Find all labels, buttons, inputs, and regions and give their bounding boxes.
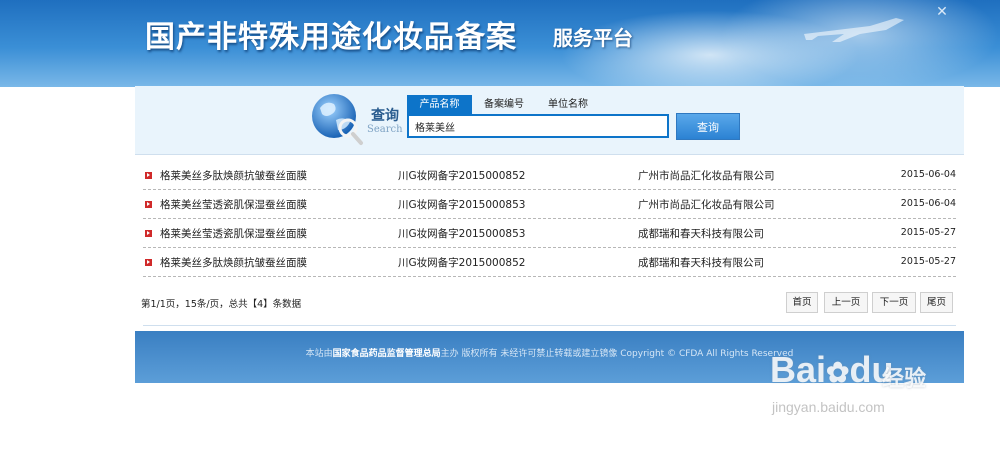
globe-search-icon [312, 94, 363, 145]
record-number: 川G妆网备字2015000853 [398, 228, 526, 240]
arrow-bullet-icon [145, 172, 152, 179]
site-title: 国产非特殊用途化妆品备案 [145, 20, 517, 55]
baidu-watermark: Bai✿du 经验 jingyan.baidu.com [770, 345, 970, 435]
company-name: 成都瑞和春天科技有限公司 [638, 257, 764, 269]
prev-page-button[interactable]: 上一页 [824, 292, 868, 313]
watermark-logo-cn: 经验 [882, 367, 927, 392]
watermark-logo: Bai✿du [770, 349, 893, 391]
close-icon[interactable]: ✕ [934, 4, 950, 20]
company-name: 广州市尚品汇化妆品有限公司 [638, 199, 775, 211]
product-name-link[interactable]: 格莱美丝莹透瓷肌保湿蚕丝面膜 [160, 226, 307, 241]
site-header: 国产非特殊用途化妆品备案 服务平台 ✕ [0, 0, 1000, 87]
tab-product-name[interactable]: 产品名称 [407, 95, 472, 115]
record-date: 2015-05-27 [900, 227, 956, 238]
divider [143, 325, 956, 326]
record-number: 川G妆网备字2015000852 [398, 170, 526, 182]
last-page-button[interactable]: 尾页 [920, 292, 953, 313]
product-name-link[interactable]: 格莱美丝多肽焕颜抗皱蚕丝面膜 [160, 168, 307, 183]
company-name: 广州市尚品汇化妆品有限公司 [638, 170, 775, 182]
record-number: 川G妆网备字2015000853 [398, 199, 526, 211]
product-name-link[interactable]: 格莱美丝多肽焕颜抗皱蚕丝面膜 [160, 255, 307, 270]
product-name-link[interactable]: 格莱美丝莹透瓷肌保湿蚕丝面膜 [160, 197, 307, 212]
footer-agency: 国家食品药品监督管理总局 [332, 349, 441, 359]
record-date: 2015-06-04 [900, 169, 956, 180]
arrow-bullet-icon [145, 201, 152, 208]
list-item: 格莱美丝多肽焕颜抗皱蚕丝面膜 川G妆网备字2015000852 成都瑞和春天科技… [143, 248, 956, 277]
search-input[interactable] [407, 114, 669, 138]
tab-record-number[interactable]: 备案编号 [475, 95, 533, 115]
arrow-bullet-icon [145, 230, 152, 237]
list-item: 格莱美丝莹透瓷肌保湿蚕丝面膜 川G妆网备字2015000853 成都瑞和春天科技… [143, 219, 956, 248]
tab-company-name[interactable]: 单位名称 [539, 95, 597, 115]
search-title: 查询 [371, 108, 399, 124]
company-name: 成都瑞和春天科技有限公司 [638, 228, 764, 240]
list-item: 格莱美丝莹透瓷肌保湿蚕丝面膜 川G妆网备字2015000853 广州市尚品汇化妆… [143, 190, 956, 219]
results-list: 格莱美丝多肽焕颜抗皱蚕丝面膜 川G妆网备字2015000852 广州市尚品汇化妆… [143, 161, 956, 277]
record-date: 2015-06-04 [900, 198, 956, 209]
list-item: 格莱美丝多肽焕颜抗皱蚕丝面膜 川G妆网备字2015000852 广州市尚品汇化妆… [143, 161, 956, 190]
search-panel: 查询 Search 产品名称 备案编号 单位名称 查询 [135, 86, 964, 155]
arrow-bullet-icon [145, 259, 152, 266]
search-title-en: Search [367, 124, 403, 135]
pagination-summary: 第1/1页，15条/页，总共【4】条数据 [141, 299, 302, 310]
footer-prefix: 本站由 [305, 349, 333, 359]
page: 国产非特殊用途化妆品备案 服务平台 ✕ 查询 Search 产品名称 备案编号 … [0, 0, 1000, 453]
record-number: 川G妆网备字2015000852 [398, 257, 526, 269]
next-page-button[interactable]: 下一页 [872, 292, 916, 313]
watermark-logo-head: Bai [770, 349, 827, 390]
footer-suffix: 主办 版权所有 未经许可禁止转载或建立镜像 Copyright © CFDA A… [440, 349, 794, 359]
paw-icon: ✿ [826, 357, 850, 388]
watermark-url: jingyan.baidu.com [772, 399, 885, 415]
record-date: 2015-05-27 [900, 256, 956, 267]
search-button[interactable]: 查询 [676, 113, 740, 140]
airplane-icon [804, 18, 904, 42]
first-page-button[interactable]: 首页 [786, 292, 818, 313]
site-subtitle: 服务平台 [553, 26, 633, 50]
